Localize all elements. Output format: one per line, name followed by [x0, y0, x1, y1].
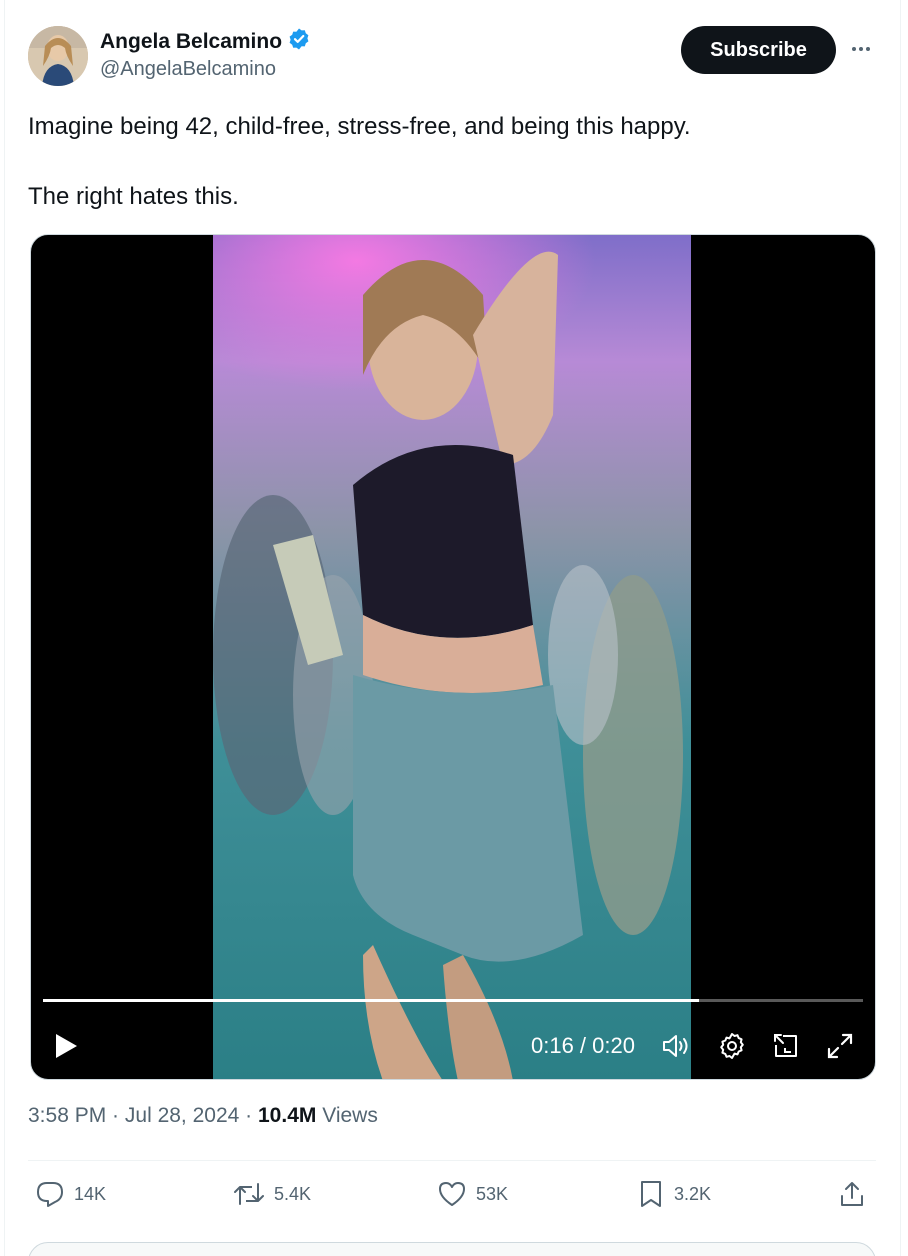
author-handle[interactable]: @AngelaBelcamino: [100, 58, 276, 81]
volume-icon[interactable]: [661, 1031, 693, 1061]
views-label: Views: [316, 1104, 378, 1127]
author-name-row[interactable]: Angela Belcamino: [100, 27, 311, 56]
play-icon[interactable]: [51, 1031, 81, 1061]
video-player[interactable]: 0:16 / 0:20: [30, 234, 876, 1080]
share-icon: [836, 1178, 868, 1210]
fullscreen-icon[interactable]: [825, 1031, 855, 1061]
verified-badge-icon: [287, 27, 311, 56]
bookmark-count: 3.2K: [674, 1183, 712, 1204]
divider: [28, 1160, 876, 1161]
video-progress-bar[interactable]: [43, 999, 863, 1002]
tweet-date[interactable]: Jul 28, 2024: [125, 1104, 239, 1127]
avatar[interactable]: [28, 26, 88, 86]
reply-count: 14K: [74, 1183, 107, 1204]
more-horizontal-icon[interactable]: [846, 36, 876, 62]
reply-icon: [34, 1178, 66, 1210]
heart-icon: [436, 1178, 468, 1210]
share-button[interactable]: [836, 1178, 868, 1210]
tweet-meta: 3:58 PM · Jul 28, 2024 · 10.4M Views: [28, 1104, 378, 1128]
author-name[interactable]: Angela Belcamino: [100, 30, 282, 54]
left-border: [4, 0, 5, 1256]
meta-separator: ·: [106, 1104, 125, 1127]
meta-separator: ·: [239, 1104, 258, 1127]
subscribe-button[interactable]: Subscribe: [681, 26, 836, 74]
tweet-text: Imagine being 42, child-free, stress-fre…: [28, 110, 868, 214]
like-button[interactable]: 53K: [436, 1178, 508, 1210]
reply-composer[interactable]: [28, 1242, 876, 1256]
bookmark-button[interactable]: 3.2K: [636, 1178, 711, 1210]
repost-button[interactable]: 5.4K: [232, 1178, 311, 1210]
views-count: 10.4M: [258, 1104, 317, 1127]
bookmark-icon: [636, 1178, 666, 1210]
right-border: [900, 0, 901, 1256]
video-frame[interactable]: [213, 235, 691, 1079]
settings-icon[interactable]: [717, 1031, 747, 1061]
video-time: 0:16 / 0:20: [531, 1033, 635, 1058]
reply-button[interactable]: 14K: [34, 1178, 106, 1210]
repost-count: 5.4K: [274, 1183, 312, 1204]
picture-in-picture-icon[interactable]: [771, 1031, 801, 1061]
tweet-line-2: The right hates this.: [28, 183, 239, 210]
tweet-line-1: Imagine being 42, child-free, stress-fre…: [28, 113, 691, 140]
repost-icon: [232, 1178, 266, 1210]
tweet-time[interactable]: 3:58 PM: [28, 1104, 106, 1127]
video-progress-fill: [43, 999, 699, 1002]
like-count: 53K: [476, 1183, 509, 1204]
